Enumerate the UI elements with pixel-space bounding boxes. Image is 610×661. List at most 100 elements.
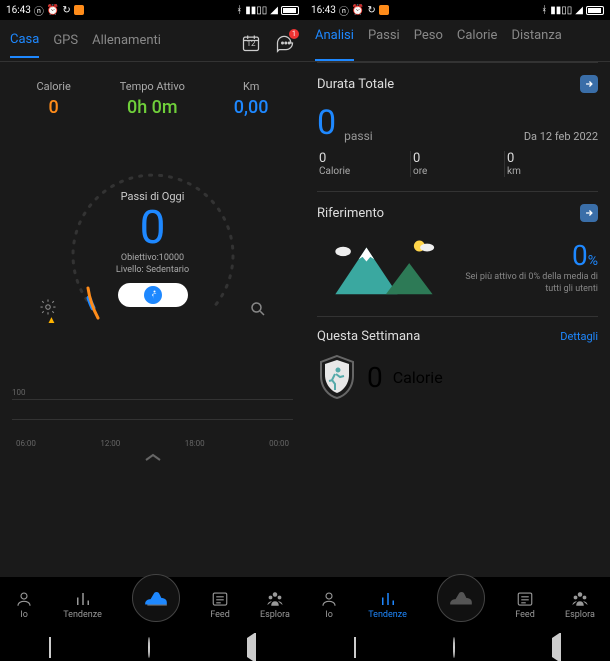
top-tabs: Casa GPS Allenamenti 12 1 (0, 20, 305, 62)
nav-home[interactable] (453, 638, 455, 657)
reference-desc: Sei più attivo di 0% della media di tutt… (455, 272, 598, 295)
durata-since: Da 12 feb 2022 (524, 130, 598, 143)
card-riferimento: Riferimento 0% Sei p (317, 191, 598, 316)
screen-trends: 16:43 ⓝ ⏰ ↻ ᚼ ▮▮▯▯ ◢ Analisi Passi Peso … (305, 0, 610, 661)
app-icon (74, 5, 84, 15)
bt-icon: ᚼ (236, 5, 242, 16)
tab-peso[interactable]: Peso (414, 28, 443, 61)
nav-home[interactable] (148, 638, 150, 657)
nav-tendenze[interactable]: Tendenze (368, 590, 407, 620)
tab-casa[interactable]: Casa (10, 32, 39, 58)
settimana-details-link[interactable]: Dettagli (560, 330, 598, 343)
status-time: 16:43 (311, 5, 336, 16)
gauge-goal: Obiettivo:10000 (121, 253, 184, 263)
durata-breakdown: 0Calorie 0ore 0km (317, 151, 598, 177)
nav-io[interactable]: Io (15, 590, 33, 620)
reference-percent: 0% (455, 239, 598, 272)
status-bar: 16:43 ⓝ ⏰ ↻ ᚼ ▮▮▯▯ ◢ (305, 0, 610, 20)
steps-gauge[interactable]: Passi di Oggi 0 Obiettivo:10000 Livello:… (53, 148, 253, 348)
settimana-title: Questa Settimana (317, 329, 420, 344)
signal-icon: ▮▮▯▯ (245, 5, 267, 16)
person-icon (15, 590, 33, 608)
circle-icon (453, 637, 455, 658)
square-icon (49, 637, 51, 658)
start-run-button[interactable] (118, 283, 188, 307)
shoe-icon (448, 585, 474, 611)
runner-icon (144, 286, 162, 304)
search-icon (249, 300, 267, 318)
riferimento-more-button[interactable] (580, 204, 598, 222)
nav-activity[interactable] (437, 574, 485, 622)
system-nav (0, 633, 305, 661)
chevron-up-icon (143, 452, 163, 462)
week-unit: Calorie (393, 368, 443, 387)
nav-feed[interactable]: Feed (515, 590, 535, 620)
bottom-nav: Io Tendenze Feed Esplora (0, 577, 305, 633)
mountain-icon (317, 232, 447, 302)
wifi-icon: ◢ (270, 5, 278, 16)
warning-icon: ▲ (47, 315, 57, 326)
sync-icon: ↻ (367, 5, 375, 16)
nav-io[interactable]: Io (320, 590, 338, 620)
bars-icon (379, 590, 397, 608)
arrow-right-icon (584, 208, 594, 218)
stats-row: Calorie 0 Tempo Attivo 0h 0m Km 0,00 (12, 80, 293, 118)
durata-value: 0 (317, 103, 336, 143)
tab-allenamenti[interactable]: Allenamenti (92, 33, 161, 57)
hourly-chart: 100 06:00 12:00 18:00 00:00 (12, 388, 293, 464)
app-icon (379, 5, 389, 15)
nav-recents[interactable] (354, 638, 356, 657)
durata-more-button[interactable] (580, 75, 598, 93)
triangle-icon (247, 632, 256, 661)
nfc-icon: ⓝ (339, 3, 349, 18)
nav-esplora[interactable]: Esplora (260, 590, 290, 620)
gauge-value: 0 (140, 205, 166, 251)
nav-feed[interactable]: Feed (210, 590, 230, 620)
stat-km: Km 0,00 (234, 80, 269, 118)
trends-tabs: Analisi Passi Peso Calorie Distanza (305, 20, 610, 62)
tab-distanza[interactable]: Distanza (511, 28, 561, 61)
triangle-icon (552, 632, 561, 661)
nav-back[interactable] (247, 638, 256, 657)
riferimento-title: Riferimento (317, 206, 384, 221)
chat-button[interactable]: 1 (275, 33, 295, 57)
people-icon (571, 590, 589, 608)
nav-esplora[interactable]: Esplora (565, 590, 595, 620)
nfc-icon: ⓝ (34, 3, 44, 18)
nav-recents[interactable] (49, 638, 51, 657)
week-value: 0 (367, 361, 383, 394)
calendar-date: 12 (241, 39, 261, 48)
square-icon (354, 637, 356, 658)
tab-passi[interactable]: Passi (368, 28, 400, 61)
bars-icon (74, 590, 92, 608)
tab-analisi[interactable]: Analisi (315, 28, 354, 61)
calendar-button[interactable]: 12 (241, 33, 261, 57)
circle-icon (148, 637, 150, 658)
battery-icon (281, 6, 299, 15)
expand-chart-button[interactable] (12, 452, 293, 464)
status-time: 16:43 (6, 5, 31, 16)
system-nav (305, 633, 610, 661)
nav-back[interactable] (552, 638, 561, 657)
durata-title: Durata Totale (317, 77, 394, 92)
card-settimana: Questa Settimana Dettagli 0 Calorie (317, 316, 598, 414)
feed-icon (516, 590, 534, 608)
stat-tempo: Tempo Attivo 0h 0m (120, 80, 185, 118)
bottom-nav: Io Tendenze Feed Esplora (305, 577, 610, 633)
people-icon (266, 590, 284, 608)
arrow-right-icon (584, 79, 594, 89)
gear-icon (39, 298, 57, 316)
tab-calorie[interactable]: Calorie (457, 28, 498, 61)
nav-activity[interactable] (132, 574, 180, 622)
nav-tendenze[interactable]: Tendenze (63, 590, 102, 620)
screen-home: 16:43 ⓝ ⏰ ↻ ᚼ ▮▮▯▯ ◢ Casa GPS Allenament… (0, 0, 305, 661)
shield-badge-icon (317, 354, 357, 400)
wifi-icon: ◢ (575, 5, 583, 16)
signal-icon: ▮▮▯▯ (550, 5, 572, 16)
person-icon (320, 590, 338, 608)
card-durata: Durata Totale 0 passi Da 12 feb 2022 0Ca… (317, 62, 598, 191)
bt-icon: ᚼ (541, 5, 547, 16)
tab-gps[interactable]: GPS (53, 33, 78, 57)
chart-ylabel: 100 (12, 388, 293, 397)
search-button[interactable] (249, 300, 267, 322)
